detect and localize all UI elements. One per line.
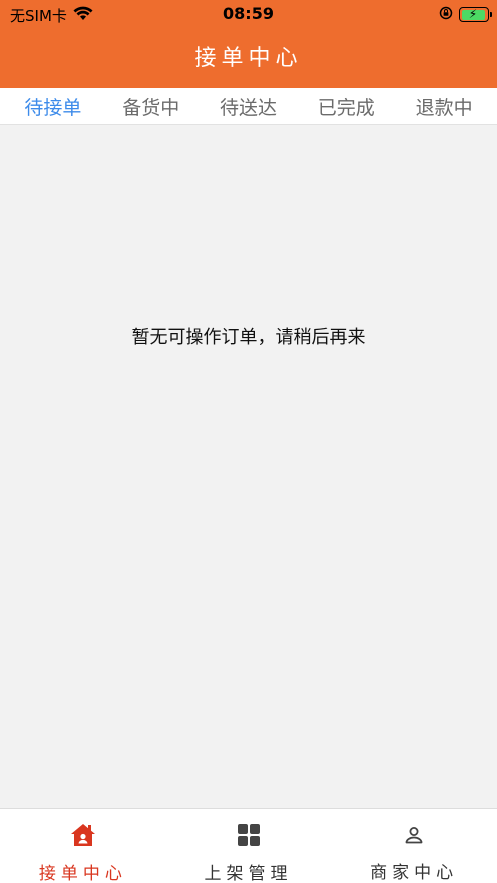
home-icon <box>70 823 96 847</box>
tabbar-item-order-center[interactable]: 接单中心 <box>0 809 166 883</box>
grid-icon <box>236 823 262 847</box>
page-title: 接单中心 <box>194 46 303 71</box>
user-icon <box>401 823 427 846</box>
battery-charging-icon: ⚡ <box>459 7 492 22</box>
tabbar-item-listing-management[interactable]: 上架管理 <box>166 809 332 883</box>
tab-completed[interactable]: 已完成 <box>318 93 375 120</box>
bottom-tabbar: 接单中心 上架管理 商家中心 <box>0 808 497 883</box>
top-header: 无SIM卡 08:59 ⚡ 接单中心 <box>0 0 497 88</box>
tab-pending-accept[interactable]: 待接单 <box>24 93 81 120</box>
orientation-lock-icon <box>439 5 453 24</box>
tabbar-label-order-center: 接单中心 <box>38 864 127 883</box>
tab-preparing[interactable]: 备货中 <box>122 93 179 120</box>
status-bar: 无SIM卡 08:59 ⚡ <box>0 0 497 30</box>
empty-state-message: 暂无可操作订单，请稍后再来 <box>131 327 366 348</box>
tab-to-deliver[interactable]: 待送达 <box>220 93 277 120</box>
status-time: 08:59 <box>223 4 274 23</box>
status-right: ⚡ <box>439 5 492 24</box>
tab-refunding[interactable]: 退款中 <box>416 93 473 120</box>
order-status-tabs: 待接单 备货中 待送达 已完成 退款中 <box>0 88 497 125</box>
tabbar-label-merchant-center: 商家中心 <box>370 863 459 883</box>
tabbar-item-merchant-center[interactable]: 商家中心 <box>331 809 497 883</box>
tabbar-label-listing-management: 上架管理 <box>204 864 293 883</box>
